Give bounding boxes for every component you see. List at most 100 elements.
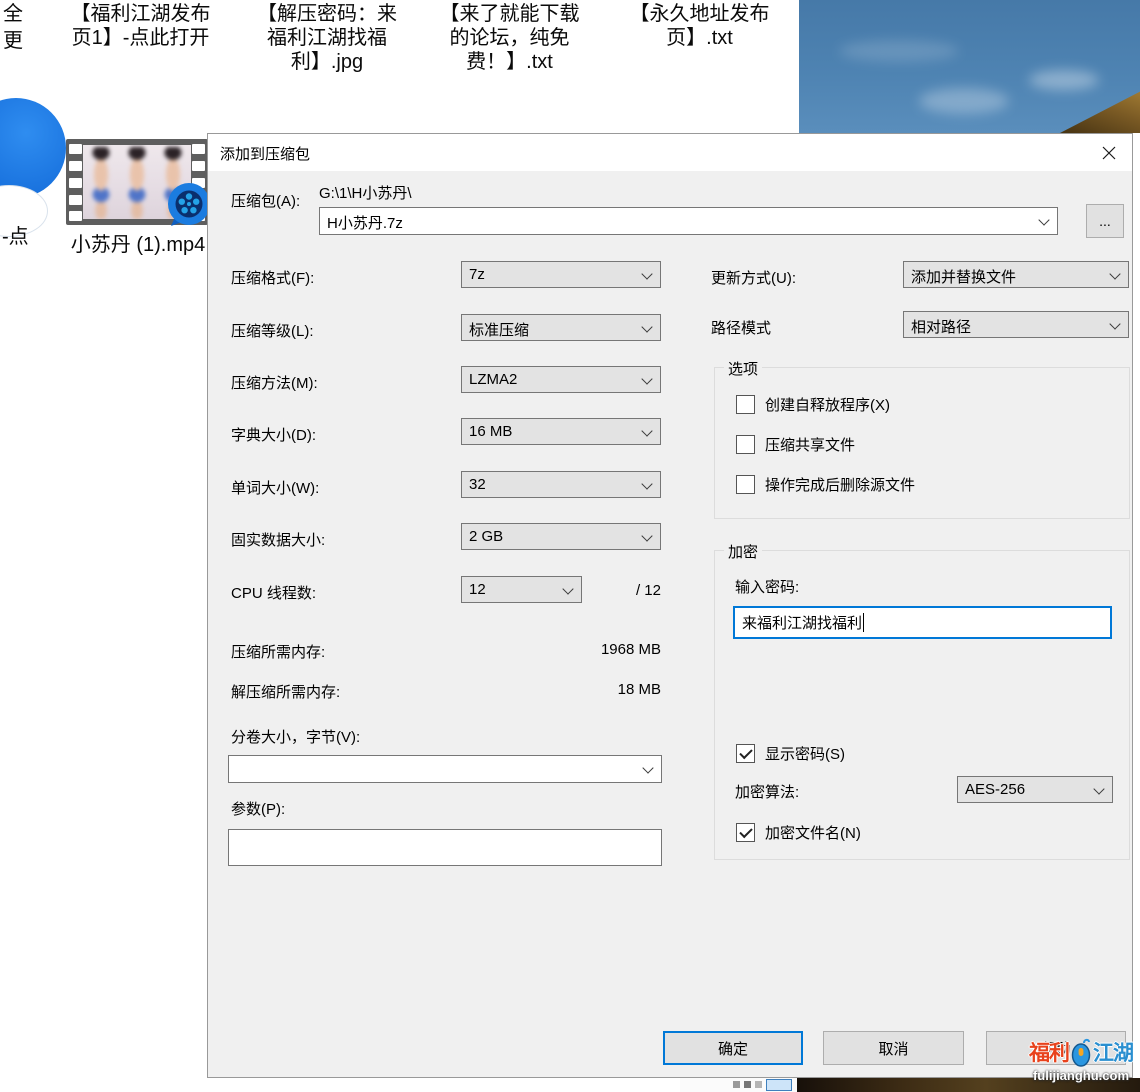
checkbox-show-password[interactable]: 显示密码(S) (736, 743, 845, 763)
method-value: LZMA2 (469, 371, 517, 388)
fulijianghu-watermark: 福利 江湖 fulijianghu.com (1022, 1037, 1140, 1083)
chevron-down-icon (641, 268, 652, 279)
cloud (919, 88, 1009, 114)
dictionary-dropdown[interactable]: 16 MB (461, 418, 661, 445)
toolbar-active-button (766, 1079, 792, 1091)
cpu-threads-max: / 12 (588, 582, 661, 599)
background-window-toolbar (680, 1078, 797, 1092)
format-label: 压缩格式(F): (231, 267, 314, 288)
chevron-down-icon (642, 762, 653, 773)
solid-size-value: 2 GB (469, 528, 503, 545)
dialog-titlebar: 添加到压缩包 (208, 134, 1132, 171)
encryption-method-value: AES-256 (965, 781, 1025, 798)
archive-path: G:\1\H小苏丹\ (319, 182, 412, 203)
checkbox-label: 操作完成后删除源文件 (765, 474, 915, 495)
cloud (1029, 70, 1099, 90)
solid-size-dropdown[interactable]: 2 GB (461, 523, 661, 550)
archive-name-combobox[interactable]: H小苏丹.7z (319, 207, 1058, 235)
media-player-badge-icon (165, 181, 212, 228)
cpu-threads-label: CPU 线程数: (231, 582, 316, 603)
checkbox-create-sfx[interactable]: 创建自释放程序(X) (736, 394, 890, 414)
path-mode-value: 相对路径 (911, 316, 971, 337)
level-value: 标准压缩 (469, 319, 529, 340)
encryption-method-label: 加密算法: (735, 781, 799, 802)
parameters-label: 参数(P): (231, 798, 285, 819)
cloud (839, 40, 959, 62)
method-label: 压缩方法(M): (231, 372, 318, 393)
cancel-button[interactable]: 取消 (823, 1031, 964, 1065)
browse-button[interactable]: ... (1086, 204, 1124, 238)
text-caret (863, 613, 864, 632)
video-file-icon[interactable] (66, 139, 208, 225)
encryption-group-title: 加密 (724, 541, 762, 562)
film-hole (69, 195, 82, 205)
chevron-down-icon (1038, 214, 1049, 225)
shortcut-fulijianghu-page1[interactable]: 【福利江湖发布 页1】-点此打开 (58, 2, 223, 50)
checkbox-label: 加密文件名(N) (765, 822, 861, 843)
checkbox-checked-icon (736, 823, 755, 842)
level-dropdown[interactable]: 标准压缩 (461, 314, 661, 341)
checkbox-label: 压缩共享文件 (765, 434, 855, 455)
computer-mouse-icon (1070, 1037, 1092, 1067)
update-mode-dropdown[interactable]: 添加并替换文件 (903, 261, 1129, 288)
parameters-input[interactable] (228, 829, 662, 866)
close-button[interactable] (1086, 134, 1132, 171)
volume-size-label: 分卷大小，字节(V): (231, 726, 360, 747)
checkbox-encrypt-filenames[interactable]: 加密文件名(N) (736, 822, 861, 842)
password-label: 输入密码: (735, 576, 799, 597)
word-size-value: 32 (469, 476, 486, 493)
toolbar-icon (744, 1081, 751, 1088)
update-mode-value: 添加并替换文件 (911, 266, 1016, 287)
archive-name-value: H小苏丹.7z (327, 212, 403, 233)
chevron-down-icon (1109, 318, 1120, 329)
chevron-down-icon (562, 583, 573, 594)
checkbox-label: 创建自释放程序(X) (765, 394, 890, 415)
level-label: 压缩等级(L): (231, 320, 314, 341)
dictionary-value: 16 MB (469, 423, 512, 440)
checkbox-delete-after[interactable]: 操作完成后删除源文件 (736, 474, 915, 494)
chevron-down-icon (1109, 268, 1120, 279)
format-value: 7z (469, 266, 485, 283)
film-hole (69, 178, 82, 188)
word-size-label: 单词大小(W): (231, 477, 319, 498)
checkbox-compress-shared[interactable]: 压缩共享文件 (736, 434, 855, 454)
volume-size-combobox[interactable] (228, 755, 662, 783)
options-group-title: 选项 (724, 358, 762, 379)
chevron-down-icon (641, 321, 652, 332)
figure-blur (122, 147, 152, 219)
cpu-threads-value: 12 (469, 581, 486, 598)
video-file-name[interactable]: 小苏丹 (1).mp4 (48, 228, 228, 257)
shortcut-unzip-password-jpg[interactable]: 【解压密码：来 福利江湖找福 利】.jpg (243, 2, 411, 74)
password-value: 来福利江湖找福利 (742, 612, 862, 633)
mountain (1060, 87, 1140, 133)
checkbox-icon (736, 395, 755, 414)
format-dropdown[interactable]: 7z (461, 261, 661, 288)
update-mode-label: 更新方式(U): (711, 267, 796, 288)
path-mode-dropdown[interactable]: 相对路径 (903, 311, 1129, 338)
film-hole (192, 144, 205, 154)
desktop-label-partial[interactable]: 全 更 (3, 1, 23, 55)
cpu-threads-dropdown[interactable]: 12 (461, 576, 582, 603)
checkbox-label: 显示密码(S) (765, 743, 845, 764)
chevron-down-icon (641, 425, 652, 436)
word-size-dropdown[interactable]: 32 (461, 471, 661, 498)
background-photo-window (797, 0, 1140, 133)
chevron-down-icon (641, 530, 652, 541)
memory-compress-label: 压缩所需内存: (231, 641, 325, 662)
add-to-archive-dialog: 添加到压缩包 压缩包(A): G:\1\H小苏丹\ H小苏丹.7z ... 压缩… (207, 133, 1133, 1078)
shortcut-permanent-address-txt[interactable]: 【永久地址发布 页】.txt (617, 2, 782, 50)
options-groupbox: 选项 创建自释放程序(X) 压缩共享文件 操作完成后删除源文件 (714, 367, 1130, 519)
password-input[interactable]: 来福利江湖找福利 (733, 606, 1112, 639)
method-dropdown[interactable]: LZMA2 (461, 366, 661, 393)
shortcut-free-forum-txt[interactable]: 【来了就能下载 的论坛，纯免 费！】.txt (432, 2, 587, 74)
path-mode-label: 路径模式 (711, 317, 771, 338)
chevron-down-icon (641, 373, 652, 384)
archive-label: 压缩包(A): (231, 190, 300, 211)
checkbox-checked-icon (736, 744, 755, 763)
film-hole (69, 211, 82, 221)
film-hole (69, 144, 82, 154)
solid-size-label: 固实数据大小: (231, 529, 325, 550)
partial-app-icon[interactable] (0, 98, 66, 198)
ok-button[interactable]: 确定 (663, 1031, 803, 1065)
encryption-method-dropdown[interactable]: AES-256 (957, 776, 1113, 803)
